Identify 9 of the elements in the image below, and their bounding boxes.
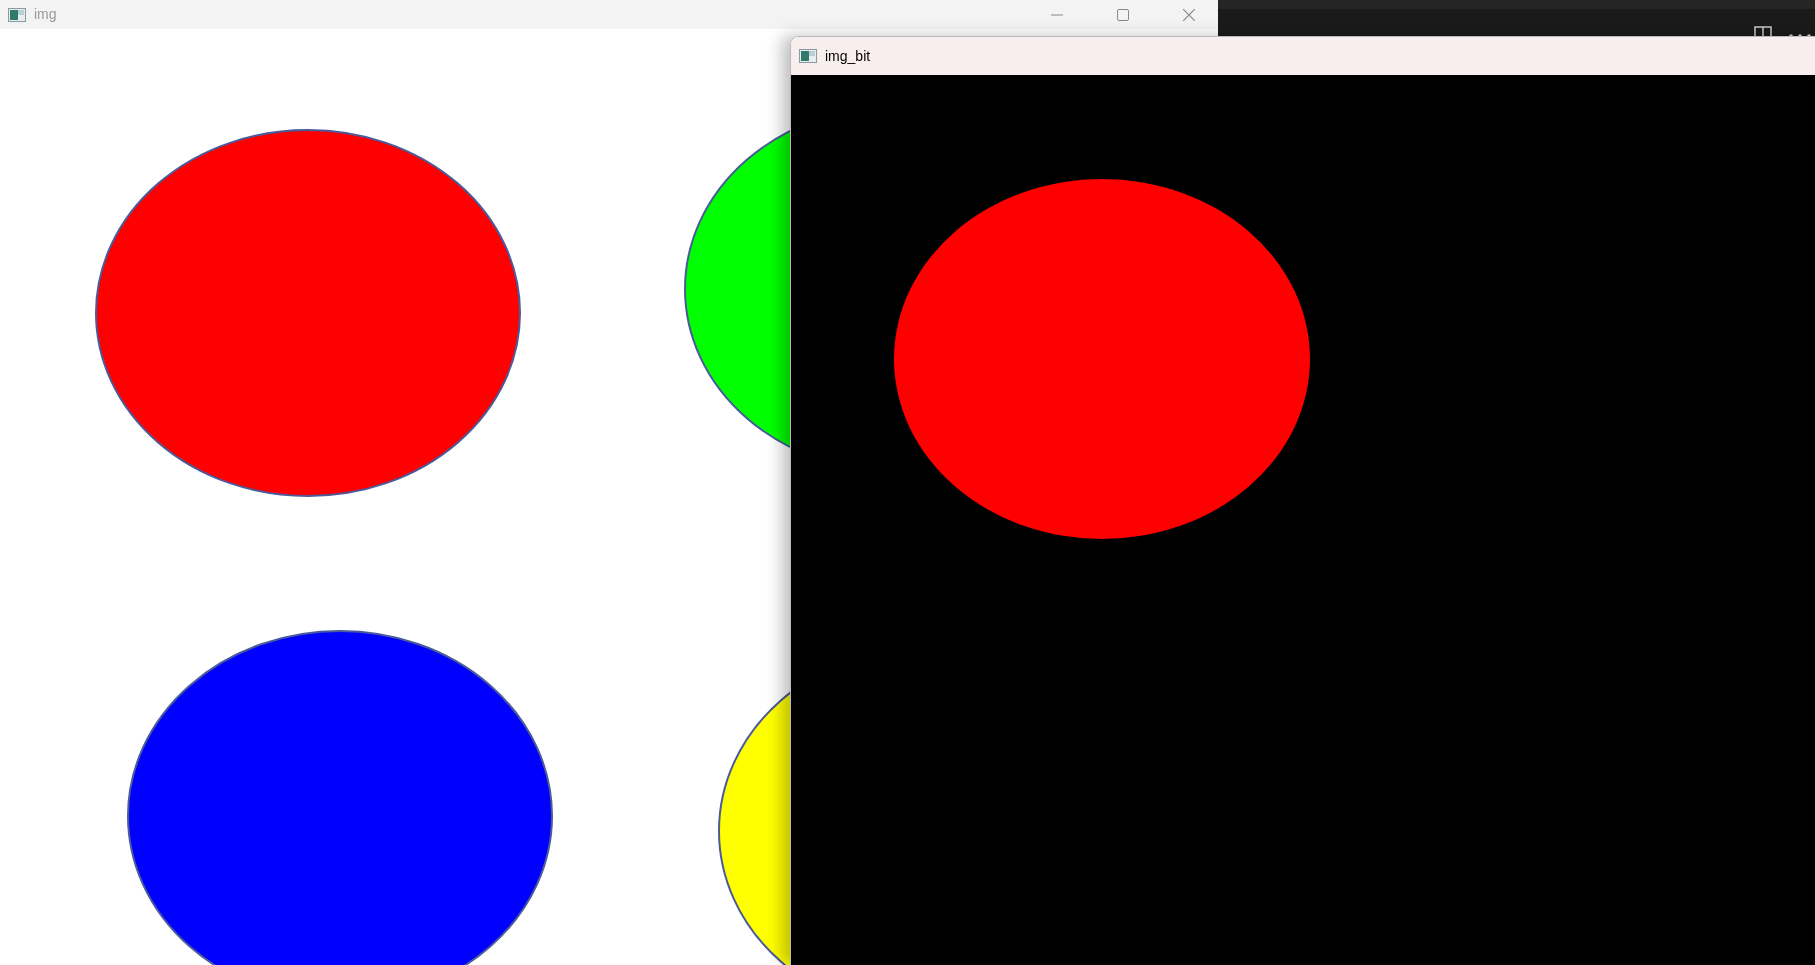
- split-editor-icon[interactable]: [1753, 25, 1773, 36]
- window-title: img: [34, 5, 57, 24]
- app-icon: [8, 7, 26, 22]
- close-icon: [1183, 8, 1195, 21]
- more-icon[interactable]: [1788, 33, 1812, 36]
- window-title: img_bit: [825, 46, 871, 66]
- minimize-icon: [1051, 13, 1063, 16]
- app-icon: [799, 49, 817, 63]
- maximize-icon: [1117, 8, 1129, 21]
